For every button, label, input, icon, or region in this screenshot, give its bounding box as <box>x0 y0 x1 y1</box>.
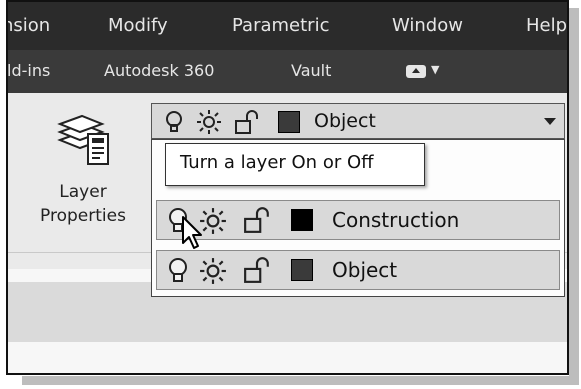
menu-dimension[interactable]: nsion <box>8 15 50 36</box>
menu-parametric[interactable]: Parametric <box>232 15 329 36</box>
menu-modify[interactable]: Modify <box>108 15 168 36</box>
layer-row-construction[interactable]: Construction <box>156 200 560 240</box>
lightbulb-icon <box>166 111 182 132</box>
ribbon-tab-bar: ld-ins Autodesk 360 Vault ▼ <box>8 50 567 93</box>
layer-stack-icon <box>57 114 109 165</box>
sun-icon[interactable] <box>199 257 227 285</box>
layer-properties-label-2: Properties <box>40 206 126 226</box>
selected-layer-name: Object <box>314 110 376 132</box>
tooltip: Turn a layer On or Off <box>165 143 425 186</box>
tab-autodesk-360[interactable]: Autodesk 360 <box>104 61 214 80</box>
layer-name: Object <box>332 258 398 282</box>
lightbulb-icon[interactable] <box>167 257 189 285</box>
screenshot-frame: nsion Modify Parametric Window Help ld-i… <box>6 0 569 375</box>
layer-properties-button[interactable]: Layer Properties <box>20 102 146 252</box>
menu-help[interactable]: Help <box>526 15 567 36</box>
layer-properties-label-1: Layer <box>59 182 107 202</box>
drop-shadow-right <box>569 8 579 385</box>
layer-dropdown[interactable]: Object <box>151 103 565 139</box>
mouse-cursor-icon <box>182 216 202 249</box>
tooltip-text: Turn a layer On or Off <box>180 152 374 173</box>
ribbon-toggle-icon <box>406 65 426 78</box>
color-swatch[interactable] <box>291 259 313 281</box>
minimize-ribbon-button[interactable]: ▼ <box>406 63 452 81</box>
sun-icon <box>197 110 221 134</box>
chevron-down-icon: ▼ <box>431 63 440 76</box>
color-swatch[interactable] <box>291 209 313 231</box>
menu-bar: nsion Modify Parametric Window Help <box>8 2 567 50</box>
menu-window[interactable]: Window <box>392 15 463 36</box>
drop-shadow-bottom <box>22 376 579 385</box>
tab-vault[interactable]: Vault <box>291 61 331 80</box>
dropdown-arrow-icon[interactable] <box>544 118 556 125</box>
layer-name: Construction <box>332 208 460 232</box>
unlock-icon <box>235 110 258 134</box>
unlock-icon[interactable] <box>243 257 271 283</box>
color-swatch <box>278 111 300 133</box>
tab-add-ins[interactable]: ld-ins <box>8 61 50 80</box>
unlock-icon[interactable] <box>243 207 271 233</box>
layer-row-object[interactable]: Object <box>156 250 560 290</box>
